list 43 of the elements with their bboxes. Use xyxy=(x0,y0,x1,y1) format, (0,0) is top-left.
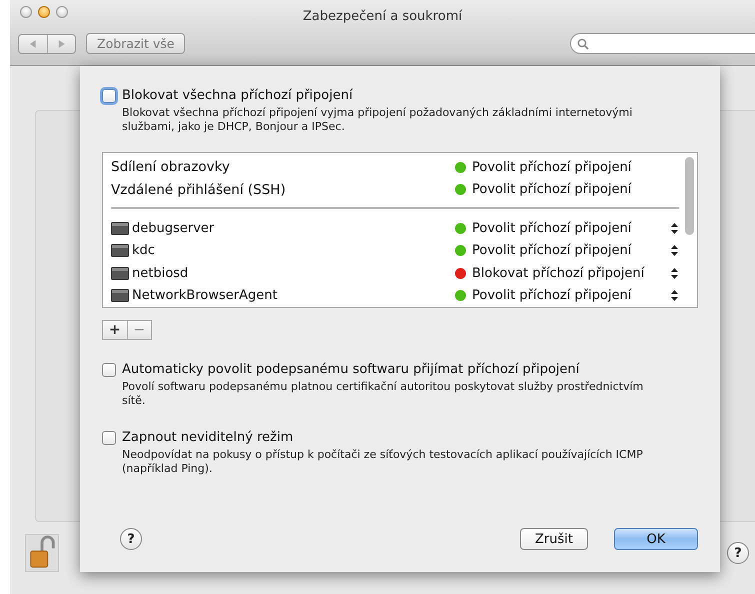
checkbox-label: Automaticky povolit podepsanému softwaru přijímat příchozí připojení xyxy=(122,362,580,377)
window-title: Zabezpečení a soukromí xyxy=(302,9,462,24)
scrollbar-thumb[interactable] xyxy=(685,157,694,235)
app-name: Sdílení obrazovky xyxy=(111,159,230,176)
updown-arrows-icon[interactable] xyxy=(670,222,679,235)
application-icon xyxy=(111,266,129,280)
option-description: Neodpovídat na pokusy o přístup k počítači ze síťových testovacích aplikací používajících ICMP (například Ping). xyxy=(122,448,644,476)
status-label[interactable]: Blokovat příchozí připojení xyxy=(472,266,644,281)
help-button[interactable]: ? xyxy=(120,528,142,550)
add-button[interactable]: + xyxy=(103,321,126,339)
minimize-button[interactable] xyxy=(38,6,50,18)
application-icon xyxy=(111,289,129,302)
show-all-button[interactable]: Zobrazit vše xyxy=(86,33,186,54)
status-label[interactable]: Povolit příchozí připojení xyxy=(472,288,632,304)
status-label: Povolit příchozí připojení xyxy=(472,182,632,198)
search-field[interactable] xyxy=(570,33,755,54)
app-name: netbiosd xyxy=(132,266,188,281)
checkbox[interactable] xyxy=(102,430,116,444)
app-name: kdc xyxy=(132,243,155,258)
checkbox[interactable] xyxy=(102,362,116,376)
updown-arrows-icon[interactable] xyxy=(670,266,679,280)
close-button[interactable] xyxy=(20,6,32,18)
checkbox[interactable] xyxy=(102,88,116,102)
option-description: Povolí softwaru podepsanému platnou certifikační autoritou poskytovat služby prostřednictvím sítě. xyxy=(122,380,644,408)
status-label[interactable]: Povolit příchozí připojení xyxy=(472,220,632,236)
checkbox-label: Zapnout neviditelný režim xyxy=(122,430,294,445)
app-name: Vzdálené přihlášení (SSH) xyxy=(111,182,286,198)
ok-button[interactable]: OK xyxy=(614,528,698,550)
app-name: NetworkBrowserAgent xyxy=(132,288,278,304)
open-padlock-icon[interactable] xyxy=(25,534,59,572)
help-button[interactable]: ? xyxy=(727,542,749,564)
status-label[interactable]: Povolit příchozí připojení xyxy=(472,243,632,258)
cancel-button[interactable]: Zrušit xyxy=(520,528,588,550)
app-name: debugserver xyxy=(132,220,214,236)
zoom-button[interactable] xyxy=(56,6,68,18)
application-icon xyxy=(111,222,129,235)
option-description: Blokovat všechna příchozí připojení vyjma připojení požadovaných základními internetovými službami, jako je DHCP, Bonjour a IPSec. xyxy=(122,106,634,134)
updown-arrows-icon[interactable] xyxy=(670,289,679,302)
status-label: Povolit příchozí připojení xyxy=(472,160,632,175)
checkbox-label: Blokovat všechna příchozí připojení xyxy=(122,88,353,103)
updown-arrows-icon[interactable] xyxy=(670,244,679,258)
application-icon xyxy=(111,244,129,258)
search-icon xyxy=(577,38,589,50)
